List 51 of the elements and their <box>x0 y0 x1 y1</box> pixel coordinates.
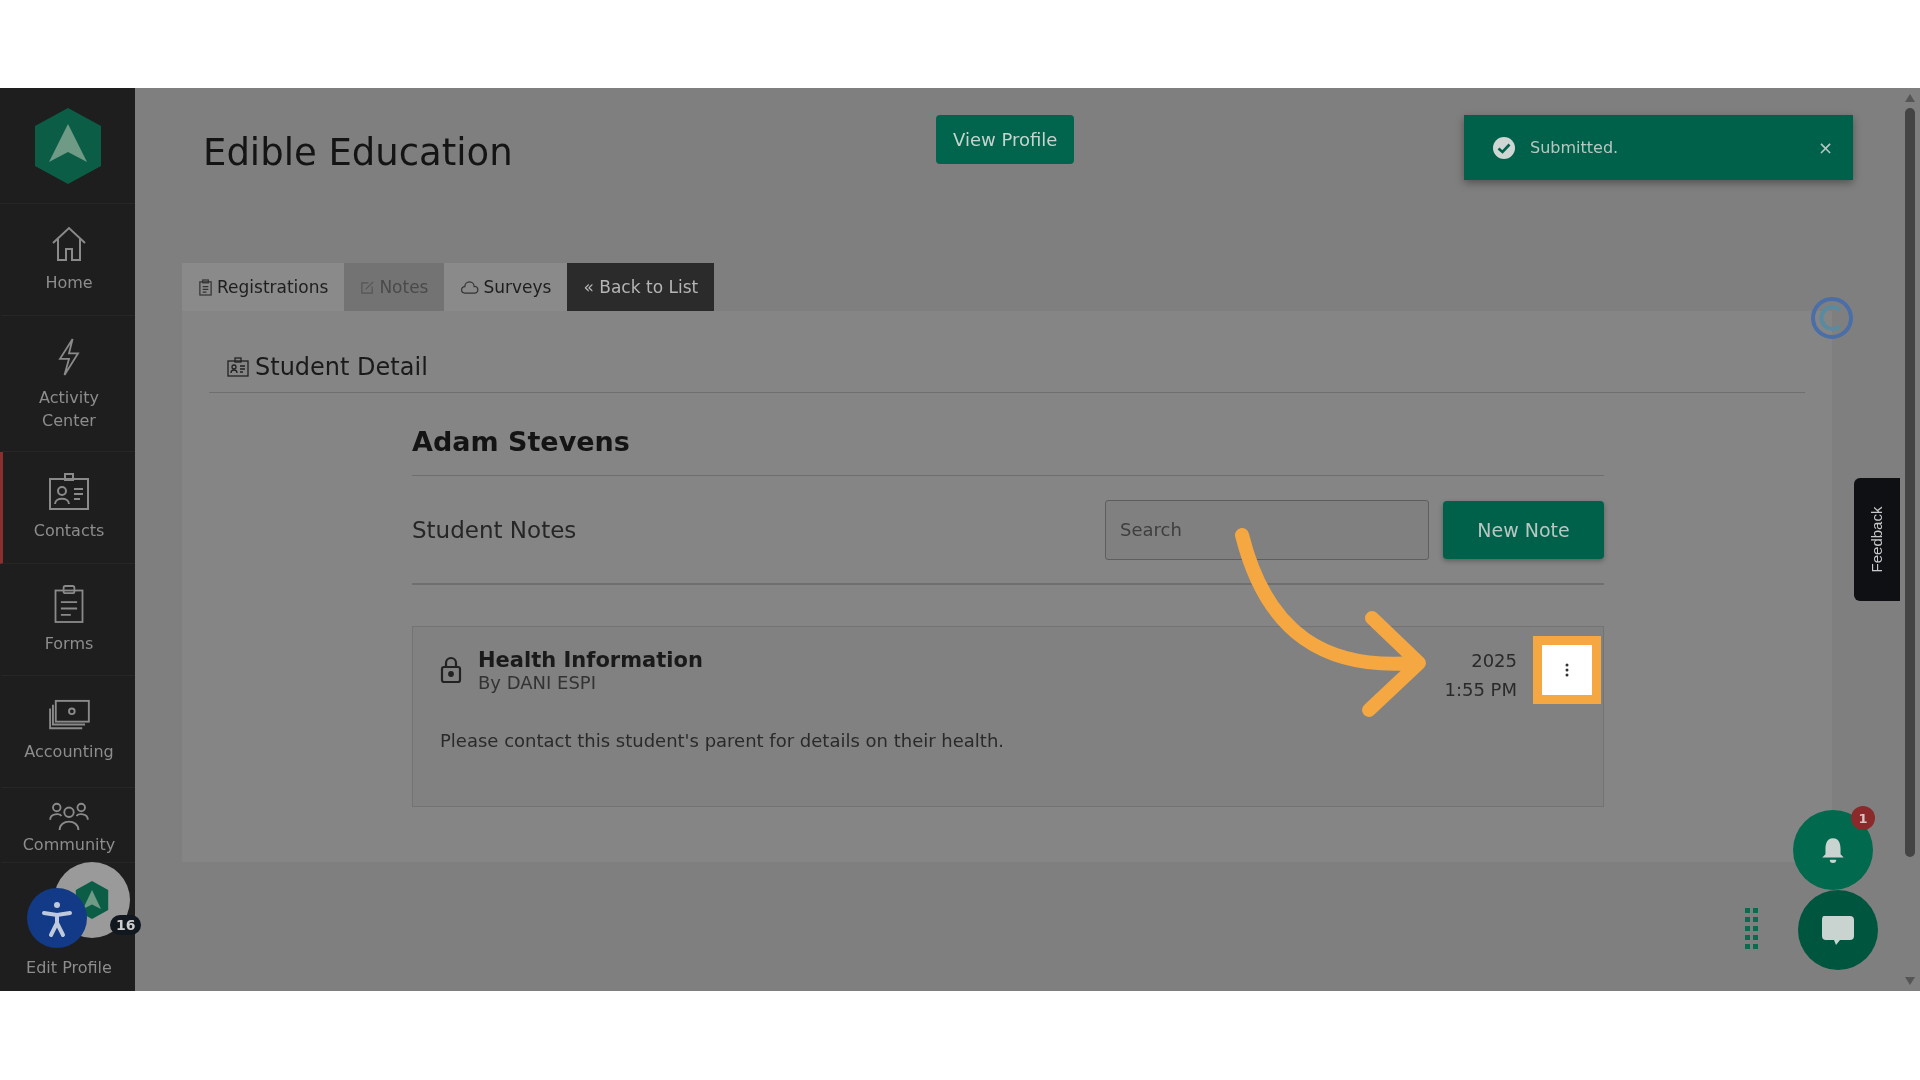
page-title: Edible Education <box>203 131 514 174</box>
nav-item[interactable]: Home <box>0 204 135 316</box>
nav-item[interactable]: Edit Profile <box>0 956 135 979</box>
scroll-down-icon[interactable] <box>1905 977 1915 985</box>
nav-label: Activity Center <box>38 387 100 432</box>
id-card-icon <box>227 357 249 377</box>
cloud-icon <box>460 280 480 294</box>
c-logo-icon[interactable] <box>1810 296 1854 340</box>
nav-label: Edit Profile <box>25 956 113 979</box>
nav-item[interactable]: Contacts <box>0 452 135 564</box>
back-link[interactable]: « Back to List <box>567 263 715 311</box>
nav-label: Contacts <box>32 520 106 543</box>
accessibility-button[interactable] <box>27 888 87 948</box>
close-button[interactable]: × <box>1817 137 1833 158</box>
more-options-button[interactable] <box>1533 636 1601 704</box>
note-title: Health Information <box>478 647 704 672</box>
student-name: Adam Stevens <box>412 393 1604 476</box>
bell-icon <box>1820 836 1846 864</box>
count-badge: 16 <box>110 915 142 935</box>
clipboard-icon <box>198 278 213 296</box>
nav-item[interactable]: Community <box>0 788 135 863</box>
nav-label: Community <box>21 834 117 856</box>
nav-label: Forms <box>43 633 95 656</box>
nav-item[interactable]: Forms <box>0 564 135 676</box>
note-time: 1:55 PM <box>1444 678 1517 702</box>
nav-item[interactable]: Accounting <box>0 676 135 788</box>
feedback-tab[interactable]: Feedback <box>1854 478 1900 601</box>
note-text: Please contact this student's parent for details on their health. <box>440 730 1006 751</box>
note-date: 2025 <box>1471 649 1517 674</box>
search-field[interactable]: Search <box>1105 499 1429 560</box>
notification-badge: 1 <box>1851 806 1875 830</box>
notes-heading: Student Notes <box>412 516 578 543</box>
nav-label: Accounting <box>23 741 115 764</box>
grid-dots-icon[interactable] <box>1745 908 1759 952</box>
tab[interactable]: Surveys <box>444 263 568 311</box>
section-title: Student Detail <box>255 353 428 381</box>
view-profile-button[interactable]: View Profile <box>936 115 1075 164</box>
check-circle-icon <box>1492 135 1516 160</box>
tab[interactable]: Registrations <box>182 263 345 311</box>
logo-icon[interactable] <box>32 105 103 186</box>
note-author: By DANI ESPI <box>478 671 598 693</box>
scroll-up-icon[interactable] <box>1905 94 1915 102</box>
toast-message: Submitted. <box>1530 138 1620 157</box>
people-icon <box>48 800 90 832</box>
id-card-icon <box>47 472 91 513</box>
kebab-icon <box>1565 663 1569 677</box>
scroll-thumb[interactable] <box>1905 108 1915 857</box>
nav-label: Home <box>44 272 94 295</box>
edit-icon <box>360 279 376 295</box>
nav-item[interactable]: Activity Center <box>0 316 135 452</box>
new-note-button[interactable]: New Note <box>1443 500 1604 559</box>
